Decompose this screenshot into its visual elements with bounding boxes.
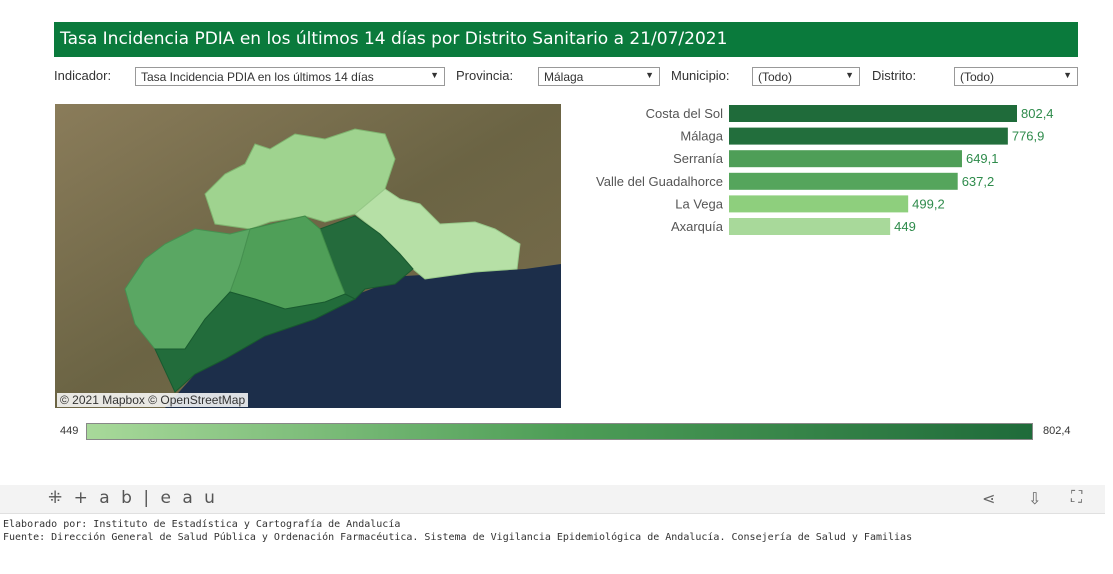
- bar[interactable]: [729, 127, 1008, 145]
- municipio-select[interactable]: (Todo) ▼: [752, 67, 860, 86]
- footer-line-1: Elaborado por: Instituto de Estadística …: [3, 519, 401, 530]
- indicador-value: Tasa Incidencia PDIA en los últimos 14 d…: [141, 70, 374, 84]
- bar[interactable]: [729, 150, 962, 168]
- bar[interactable]: [729, 195, 909, 213]
- dashboard-title-bar: Tasa Incidencia PDIA en los últimos 14 d…: [54, 22, 1078, 57]
- distrito-value: (Todo): [960, 70, 995, 84]
- tableau-toolbar: ⁜ + a b | e a u ⋖ ⇩ ⛶: [0, 485, 1105, 514]
- bar-value-label: 637,2: [962, 174, 995, 189]
- fullscreen-icon[interactable]: ⛶: [1071, 489, 1082, 507]
- bar[interactable]: [729, 218, 891, 235]
- legend-max-label: 802,4: [1043, 425, 1071, 437]
- download-icon[interactable]: ⇩: [1028, 489, 1041, 509]
- bar-value-label: 449: [894, 219, 916, 234]
- bar-value-label: 802,4: [1021, 106, 1054, 121]
- tableau-logo-mark-icon: ⁜: [48, 488, 66, 508]
- indicador-select[interactable]: Tasa Incidencia PDIA en los últimos 14 d…: [135, 67, 445, 86]
- bar-chart: Costa del Sol 802,4 Málaga 776,9 Serranía 649…: [596, 105, 1054, 235]
- municipio-label: Municipio:: [671, 68, 730, 83]
- tableau-logo-text: + a b | e a u: [73, 488, 218, 508]
- map-svg: [55, 104, 561, 408]
- chevron-down-icon: ▼: [645, 70, 654, 80]
- bar-category-label: Costa del Sol: [646, 106, 723, 121]
- bar-category-label: Axarquía: [671, 219, 724, 234]
- bar-category-label: La Vega: [675, 196, 723, 211]
- footer-line-2: Fuente: Dirección General de Salud Públi…: [3, 532, 913, 543]
- provincia-select[interactable]: Málaga ▼: [538, 67, 660, 86]
- map-attribution[interactable]: © 2021 Mapbox © OpenStreetMap: [57, 393, 249, 407]
- municipio-value: (Todo): [758, 70, 793, 84]
- bar-value-label: 649,1: [966, 151, 999, 166]
- bar-value-label: 776,9: [1012, 129, 1045, 144]
- chevron-down-icon: ▼: [1063, 70, 1072, 80]
- indicador-label: Indicador:: [54, 68, 112, 83]
- tableau-logo[interactable]: ⁜ + a b | e a u: [48, 488, 218, 508]
- bar-value-label: 499,2: [912, 196, 945, 211]
- bar-category-label: Valle del Guadalhorce: [596, 174, 723, 189]
- provincia-label: Provincia:: [456, 68, 514, 83]
- legend-min-label: 449: [60, 425, 79, 437]
- distrito-select[interactable]: (Todo) ▼: [954, 67, 1078, 86]
- bar-category-label: Serranía: [673, 151, 724, 166]
- dashboard-title: Tasa Incidencia PDIA en los últimos 14 d…: [60, 29, 728, 49]
- bar-category-label: Málaga: [680, 129, 723, 144]
- distrito-label: Distrito:: [872, 68, 917, 83]
- chevron-down-icon: ▼: [845, 70, 854, 80]
- color-legend-bar: [86, 423, 1033, 440]
- share-icon[interactable]: ⋖: [982, 489, 995, 509]
- bar[interactable]: [729, 172, 958, 190]
- district-map[interactable]: © 2021 Mapbox © OpenStreetMap: [55, 104, 561, 408]
- chevron-down-icon: ▼: [430, 70, 439, 80]
- bar[interactable]: [729, 105, 1017, 122]
- provincia-value: Málaga: [544, 70, 584, 84]
